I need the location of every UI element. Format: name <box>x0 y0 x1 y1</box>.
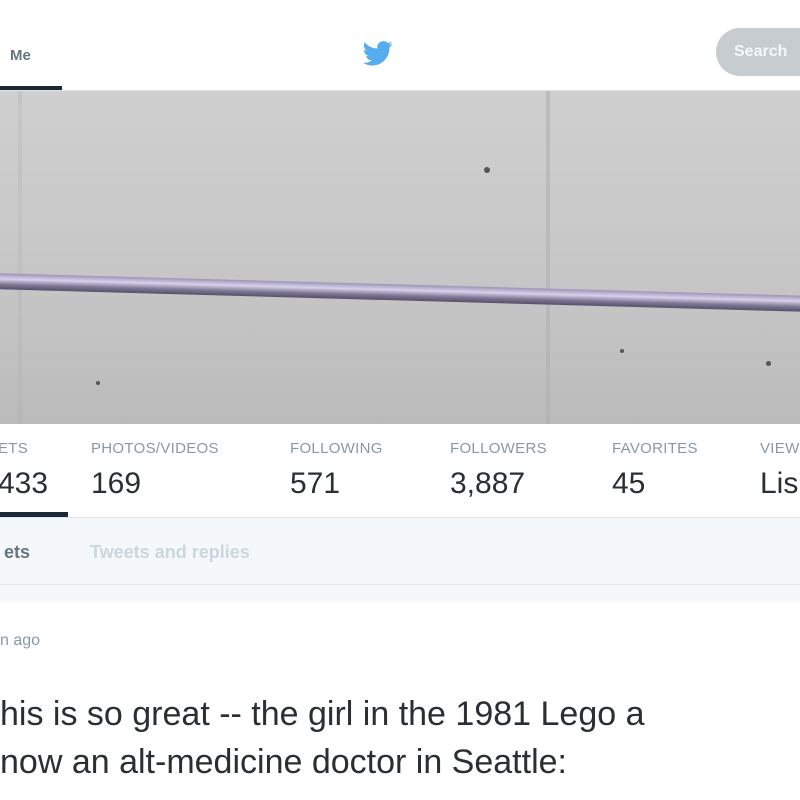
profile-header-image <box>0 91 800 424</box>
stat-photos-videos[interactable]: PHOTOS/VIDEOS 169 <box>91 440 219 501</box>
stat-label: ETS <box>0 440 29 457</box>
stat-lists[interactable]: VIEW Lis <box>760 440 800 501</box>
stat-label: VIEW <box>760 440 800 457</box>
profile-stats-bar: ETS 433 PHOTOS/VIDEOS 169 FOLLOWING 571 … <box>0 424 800 518</box>
tweet-item[interactable]: n ago his is so great -- the girl in the… <box>0 602 800 800</box>
stat-followers[interactable]: FOLLOWERS 3,887 <box>450 440 547 501</box>
stat-label: FAVORITES <box>612 440 698 457</box>
stat-label: PHOTOS/VIDEOS <box>91 440 219 457</box>
tweet-timestamp[interactable]: n ago <box>0 632 40 650</box>
stat-label: FOLLOWERS <box>450 440 547 457</box>
stat-favorites[interactable]: FAVORITES 45 <box>612 440 698 501</box>
timeline-tabs: ets Tweets and replies <box>0 518 800 585</box>
wall-spot <box>620 349 624 353</box>
active-stat-indicator <box>0 512 68 517</box>
stat-value: 433 <box>0 467 49 500</box>
top-nav-bar: Me Search <box>0 0 800 91</box>
stat-value: 3,887 <box>450 467 526 500</box>
wall-spot <box>484 167 490 173</box>
tab-tweets[interactable]: ets <box>4 542 30 563</box>
stat-tweets[interactable]: ETS 433 <box>0 440 48 501</box>
nav-tab-me[interactable]: Me <box>0 0 62 90</box>
search-input[interactable]: Search <box>716 28 800 76</box>
wall-seam <box>18 91 22 424</box>
tweet-text-line: now an alt-medicine doctor in Seattle: <box>0 743 567 781</box>
metal-rod <box>0 273 800 313</box>
twitter-bird-icon[interactable] <box>362 38 394 68</box>
search-placeholder: Search <box>734 43 788 60</box>
tweet-text-line: his is so great -- the girl in the 1981 … <box>0 695 645 733</box>
nav-tab-me-label: Me <box>10 47 31 64</box>
wall-seam <box>546 91 550 424</box>
stat-value: 169 <box>91 467 142 500</box>
wall-spot <box>766 361 771 366</box>
stat-following[interactable]: FOLLOWING 571 <box>290 440 383 501</box>
tweet-text: his is so great -- the girl in the 1981 … <box>0 690 800 786</box>
stat-value: Lis <box>760 467 799 500</box>
tab-tweets-and-replies[interactable]: Tweets and replies <box>90 542 250 563</box>
stat-label: FOLLOWING <box>290 440 383 457</box>
wall-spot <box>96 381 100 385</box>
stat-value: 45 <box>612 467 646 500</box>
stat-value: 571 <box>290 467 341 500</box>
